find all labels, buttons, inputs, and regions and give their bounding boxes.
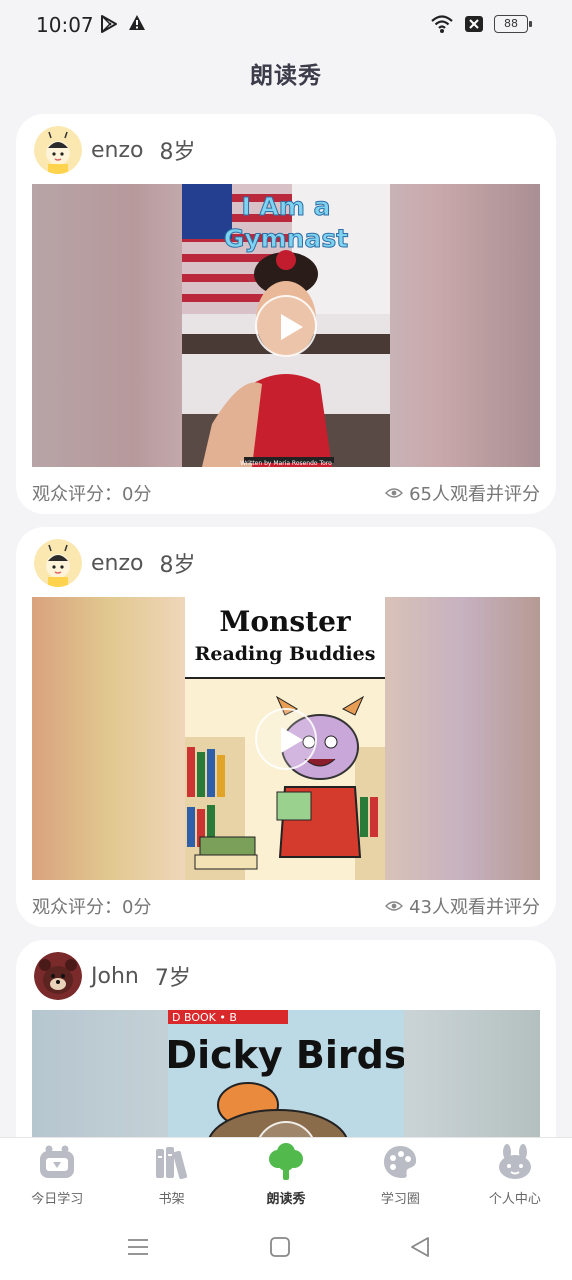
audience-score: 观众评分：0分 [32,897,152,918]
cover-title-line1: Monster [219,605,352,638]
video-player[interactable]: Monster Reading Buddies [32,597,540,880]
status-time: 10:07 [36,13,94,37]
nav-label: 朗读秀 [266,1192,306,1207]
cover-title-line1: Dicky Birds [168,1033,404,1077]
user-name[interactable]: John [91,964,139,989]
user-age: 8岁 [159,140,196,165]
system-nav-bar [0,1217,572,1280]
nav-tab-profile[interactable]: 个人中心 [458,1138,572,1217]
view-count: 65人观看并评分 [409,484,540,505]
wifi-icon [431,15,453,33]
avatar[interactable] [34,952,82,1000]
page-title: 朗读秀 [250,63,322,89]
tree-icon [269,1143,304,1180]
warning-icon [129,15,145,30]
battery-indicator: 88 [494,15,532,33]
home-icon[interactable] [268,1235,292,1259]
audience-score: 观众评分：0分 [32,484,152,505]
nav-tab-study-circle[interactable]: 学习圈 [343,1138,457,1217]
cover-banner: D BOOK • B [172,1011,237,1024]
nav-label: 书架 [158,1192,185,1207]
eye-icon [385,901,404,911]
cover-credit: Written by Maria Rosendo Toro [240,460,332,467]
nav-label: 个人中心 [488,1192,541,1207]
cover-title-line1: I Am a [242,192,331,221]
reading-card[interactable]: enzo 8岁 [16,527,556,927]
eye-icon [385,488,404,498]
back-icon[interactable] [408,1235,432,1259]
menu-icon[interactable] [126,1235,150,1259]
play-button[interactable] [255,294,317,357]
view-count: 43人观看并评分 [409,897,540,918]
nav-tab-today[interactable]: 今日学习 [0,1138,114,1217]
bottom-nav: 今日学习 书架 朗读秀 学习圈 个人中心 [0,1137,572,1217]
cover-title-line2: Gymnast [224,224,348,253]
video-player[interactable]: I Am a Gymnast Written by Maria Rosendo … [32,184,540,467]
user-age: 8岁 [159,553,196,578]
books-icon [155,1147,187,1180]
user-name[interactable]: enzo [91,138,144,163]
nav-label: 学习圈 [380,1192,420,1207]
nav-label: 今日学习 [31,1192,84,1207]
nav-tab-bookshelf[interactable]: 书架 [114,1138,228,1217]
palette-icon [384,1146,417,1178]
tv-icon [40,1145,75,1178]
play-store-icon [101,15,117,33]
avatar[interactable] [34,539,82,587]
nav-tab-reading-show[interactable]: 朗读秀 [229,1138,343,1217]
sim-off-icon [465,16,483,32]
play-button[interactable] [255,707,317,770]
status-bar: 10:07 88 [0,0,572,50]
cover-title-line2: Reading Buddies [195,643,376,665]
user-age: 7岁 [154,966,191,991]
bunny-icon [498,1144,531,1179]
reading-card[interactable]: enzo 8岁 [16,114,556,514]
user-name[interactable]: enzo [91,551,144,576]
avatar[interactable] [34,126,82,174]
